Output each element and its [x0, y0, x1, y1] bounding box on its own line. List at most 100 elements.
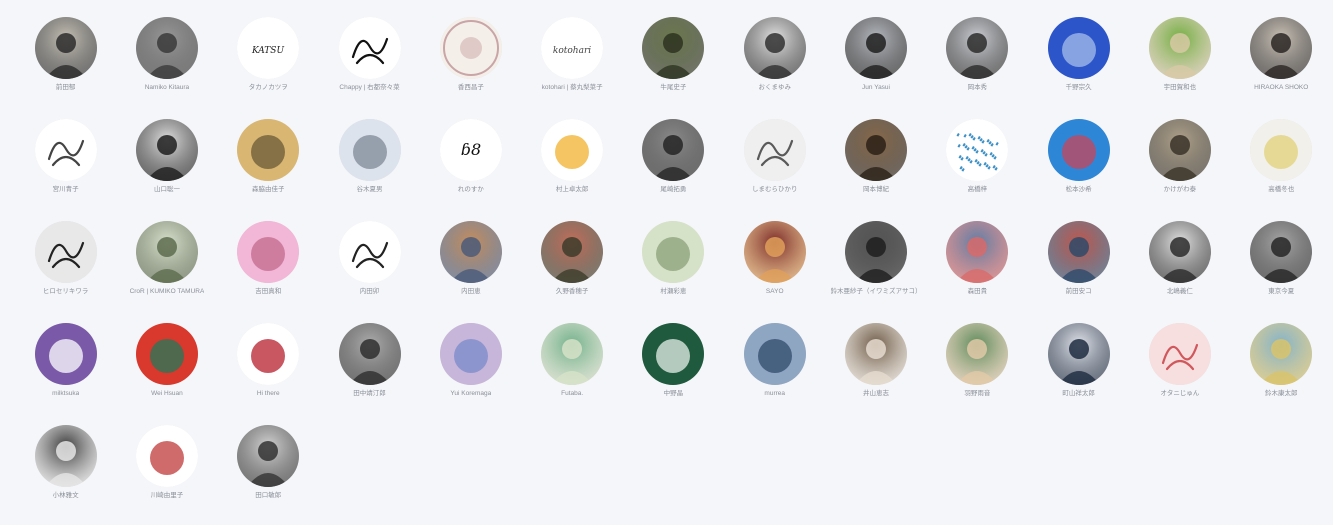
member-name[interactable]: 尾崎拓勇	[660, 185, 686, 194]
member-avatar[interactable]	[1148, 323, 1211, 385]
member-name[interactable]: 谷木夏男	[357, 185, 383, 194]
member-avatar[interactable]	[135, 17, 198, 79]
member-name[interactable]: SAYO	[766, 287, 784, 296]
member-avatar[interactable]	[845, 323, 908, 385]
member-name[interactable]: タカノカツヲ	[249, 83, 288, 92]
member-avatar[interactable]	[642, 323, 705, 385]
member-avatar[interactable]	[338, 17, 401, 79]
member-name[interactable]: 高橋梓	[968, 185, 988, 194]
member-card[interactable]: ɓ8 れのすか	[420, 117, 521, 219]
member-avatar[interactable]	[34, 119, 97, 181]
member-name[interactable]: 内田卯	[360, 287, 380, 296]
member-card[interactable]: murrea	[724, 321, 825, 423]
member-card[interactable]: 宮川青子	[15, 117, 116, 219]
member-card[interactable]: Chappy | 右都奈々菜	[319, 15, 420, 117]
member-name[interactable]: 北嶋義仁	[1167, 287, 1193, 296]
member-avatar[interactable]	[743, 17, 806, 79]
member-card[interactable]: 前田郁	[15, 15, 116, 117]
member-avatar[interactable]	[135, 221, 198, 283]
member-name[interactable]: HIRAOKA SHOKO	[1254, 83, 1308, 92]
member-card[interactable]: 宇田賀和也	[1129, 15, 1230, 117]
member-avatar[interactable]	[946, 323, 1009, 385]
member-card[interactable]: 松本沙希	[1028, 117, 1129, 219]
member-avatar[interactable]	[338, 221, 401, 283]
member-card[interactable]: 前田安コ	[1028, 219, 1129, 321]
member-name[interactable]: Namiko Kitaura	[145, 83, 189, 92]
member-name[interactable]: 小林雅文	[53, 491, 79, 500]
member-avatar[interactable]	[743, 119, 806, 181]
member-card[interactable]: 岡本博紀	[825, 117, 926, 219]
member-card[interactable]: Namiko Kitaura	[116, 15, 217, 117]
member-card[interactable]: 村瀬彩恵	[623, 219, 724, 321]
member-name[interactable]: 鈴木康太郎	[1265, 389, 1298, 398]
member-card[interactable]: 北嶋義仁	[1129, 219, 1230, 321]
member-card[interactable]: 尾崎拓勇	[623, 117, 724, 219]
member-card[interactable]: かけがわ泰	[1129, 117, 1230, 219]
member-name[interactable]: 井山恵志	[863, 389, 889, 398]
member-avatar[interactable]	[1148, 17, 1211, 79]
member-card[interactable]: 田中靖汀郎	[319, 321, 420, 423]
member-avatar[interactable]	[1148, 221, 1211, 283]
member-name[interactable]: 牛尾史子	[660, 83, 686, 92]
member-card[interactable]: 羽野雨音	[927, 321, 1028, 423]
member-card[interactable]: 山口聡一	[116, 117, 217, 219]
member-name[interactable]: 宇田賀和也	[1164, 83, 1197, 92]
member-avatar[interactable]	[1047, 323, 1110, 385]
member-card[interactable]: Wei Hsuan	[116, 321, 217, 423]
member-avatar[interactable]: kotohari	[541, 17, 604, 79]
member-card[interactable]: 久野香穂子	[521, 219, 622, 321]
member-avatar[interactable]	[1250, 323, 1313, 385]
member-card[interactable]: 鈴木康太郎	[1231, 321, 1332, 423]
member-name[interactable]: 森田貴	[968, 287, 988, 296]
member-name[interactable]: 羽野雨音	[964, 389, 990, 398]
member-name[interactable]: 森脇由佳子	[252, 185, 285, 194]
member-card[interactable]: 中野晶	[623, 321, 724, 423]
member-name[interactable]: Chappy | 右都奈々菜	[339, 83, 399, 92]
member-avatar[interactable]	[1250, 119, 1313, 181]
member-name[interactable]: 町山祥太郎	[1062, 389, 1095, 398]
member-name[interactable]: CroR | KUMIKO TAMURA	[130, 287, 205, 296]
member-avatar[interactable]	[642, 221, 705, 283]
member-card[interactable]: おくまゆみ	[724, 15, 825, 117]
member-avatar[interactable]	[439, 17, 502, 79]
member-avatar[interactable]	[743, 221, 806, 283]
member-card[interactable]: 町山祥太郎	[1028, 321, 1129, 423]
member-name[interactable]: 千野宗久	[1066, 83, 1092, 92]
member-avatar[interactable]	[1047, 17, 1110, 79]
member-card[interactable]: 谷木夏男	[319, 117, 420, 219]
member-avatar[interactable]	[338, 323, 401, 385]
member-avatar[interactable]	[135, 119, 198, 181]
member-card[interactable]: 千野宗久	[1028, 15, 1129, 117]
member-avatar[interactable]	[642, 119, 705, 181]
member-card[interactable]: Hi there	[218, 321, 319, 423]
member-card[interactable]: Futaba.	[521, 321, 622, 423]
member-name[interactable]: 宮川青子	[53, 185, 79, 194]
member-name[interactable]: kotohari | 蔡丸梨菜子	[542, 83, 603, 92]
member-avatar[interactable]	[541, 119, 604, 181]
member-card[interactable]: 内田卯	[319, 219, 420, 321]
member-card[interactable]: ヒロセリキワラ	[15, 219, 116, 321]
member-avatar[interactable]	[338, 119, 401, 181]
member-name[interactable]: れのすか	[458, 185, 484, 194]
member-card[interactable]: Jun Yasui	[825, 15, 926, 117]
member-card[interactable]: 森田貴	[927, 219, 1028, 321]
member-avatar[interactable]	[845, 221, 908, 283]
member-avatar[interactable]	[34, 425, 97, 487]
member-name[interactable]: 久野香穂子	[556, 287, 589, 296]
member-avatar[interactable]	[845, 17, 908, 79]
member-avatar[interactable]	[237, 221, 300, 283]
member-avatar[interactable]	[439, 221, 502, 283]
member-avatar[interactable]	[946, 17, 1009, 79]
member-card[interactable]: しまむらひかり	[724, 117, 825, 219]
member-card[interactable]: 牛尾史子	[623, 15, 724, 117]
member-card[interactable]: 高橋冬也	[1231, 117, 1332, 219]
member-avatar[interactable]	[135, 323, 198, 385]
member-avatar[interactable]	[1250, 17, 1313, 79]
member-avatar[interactable]	[34, 17, 97, 79]
member-name[interactable]: しまむらひかり	[752, 185, 798, 194]
member-avatar[interactable]	[946, 221, 1009, 283]
member-avatar[interactable]	[135, 425, 198, 487]
member-card[interactable]: 東京今夏	[1231, 219, 1332, 321]
member-card[interactable]: 村上卓太郎	[521, 117, 622, 219]
member-name[interactable]: 東京今夏	[1268, 287, 1294, 296]
